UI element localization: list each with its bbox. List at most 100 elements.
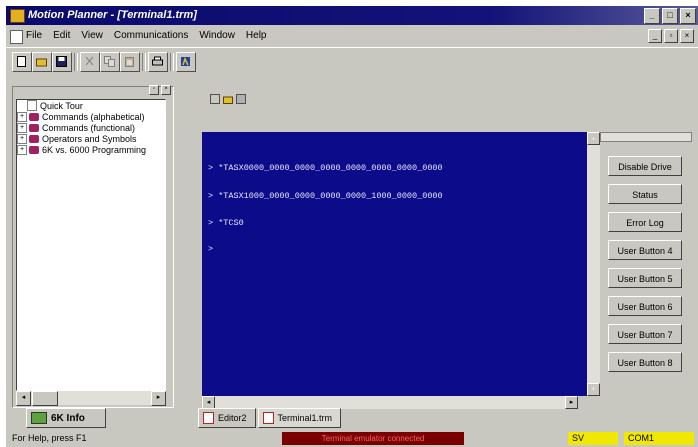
document-tabs: Editor2 Terminal1.trm bbox=[198, 408, 342, 428]
toolbar-separator bbox=[170, 53, 174, 71]
scroll-down-icon[interactable]: ▾ bbox=[587, 383, 600, 396]
user-button-8[interactable]: User Button 8 bbox=[608, 352, 682, 372]
tree-item-label: Quick Tour bbox=[40, 100, 83, 111]
terminal-settings-icon[interactable] bbox=[236, 94, 246, 104]
terminal-line: > *TCS0 bbox=[208, 218, 244, 228]
terminal-mini-toolbar bbox=[210, 94, 246, 104]
tree-item-operators-symbols[interactable]: + Operators and Symbols bbox=[17, 133, 165, 144]
user-buttons-scrollbar[interactable] bbox=[600, 132, 692, 142]
app-icon[interactable] bbox=[10, 9, 25, 23]
scroll-left-icon[interactable]: ◂ bbox=[16, 391, 31, 406]
user-button-7[interactable]: User Button 7 bbox=[608, 324, 682, 344]
paste-icon bbox=[125, 57, 134, 67]
open-button[interactable] bbox=[32, 52, 52, 72]
new-icon bbox=[17, 56, 26, 67]
terminal-output[interactable]: > *TASX0000_0000_0000_0000_0000_0000_000… bbox=[202, 132, 600, 396]
status-button[interactable]: Status bbox=[608, 184, 682, 204]
status-message: Terminal emulator connected bbox=[282, 432, 464, 445]
tree-item-quick-tour[interactable]: Quick Tour bbox=[17, 100, 165, 111]
disable-drive-button[interactable]: Disable Drive bbox=[608, 156, 682, 176]
tree-item-commands-functional[interactable]: + Commands (functional) bbox=[17, 122, 165, 133]
terminal-line: > bbox=[208, 244, 214, 254]
menu-view[interactable]: View bbox=[81, 30, 103, 41]
expand-icon[interactable]: + bbox=[17, 111, 27, 122]
menu-bar: File Edit View Communications Window Hel… bbox=[6, 27, 698, 45]
scroll-right-icon[interactable]: ▸ bbox=[565, 396, 578, 409]
tree-item-6k-vs-6000[interactable]: + 6K vs. 6000 Programming bbox=[17, 144, 165, 155]
about-button[interactable] bbox=[176, 52, 196, 72]
menu-communications[interactable]: Communications bbox=[114, 30, 188, 41]
cut-icon bbox=[85, 56, 94, 66]
tab-label: Editor2 bbox=[218, 413, 247, 423]
toolbar bbox=[6, 47, 698, 76]
book-icon bbox=[29, 134, 39, 143]
expand-icon[interactable]: + bbox=[17, 144, 27, 155]
user-buttons-panel: Disable Drive Status Error Log User Butt… bbox=[600, 132, 692, 382]
doc-close-button[interactable]: × bbox=[680, 29, 694, 43]
scroll-up-icon[interactable]: ▴ bbox=[587, 132, 600, 145]
terminal-clear-icon[interactable] bbox=[210, 94, 220, 104]
menu-file[interactable]: File bbox=[26, 30, 42, 41]
copy-icon bbox=[104, 56, 115, 67]
book-icon bbox=[29, 112, 39, 121]
window-title: Motion Planner - [Terminal1.trm] bbox=[28, 9, 197, 21]
scroll-right-icon[interactable]: ▸ bbox=[151, 391, 166, 406]
tree-horizontal-scrollbar[interactable]: ◂ ▸ bbox=[16, 391, 166, 406]
status-help-text: For Help, press F1 bbox=[12, 433, 87, 443]
tab-editor2[interactable]: Editor2 bbox=[198, 408, 256, 428]
tab-6k-info[interactable]: 6K Info bbox=[26, 408, 106, 428]
copy-button[interactable] bbox=[100, 52, 120, 72]
maximize-button[interactable]: □ bbox=[662, 8, 678, 24]
tree-item-label: Commands (alphabetical) bbox=[42, 111, 145, 122]
save-button[interactable] bbox=[52, 52, 72, 72]
toolbar-separator bbox=[74, 53, 78, 71]
tab-label: Terminal1.trm bbox=[277, 413, 333, 423]
user-button-6[interactable]: User Button 6 bbox=[608, 296, 682, 316]
panel-restore-button[interactable]: ▫ bbox=[149, 85, 159, 95]
terminal-open-icon[interactable] bbox=[223, 94, 233, 104]
tab-terminal1[interactable]: Terminal1.trm bbox=[257, 408, 342, 428]
tree-item-label: 6K vs. 6000 Programming bbox=[42, 144, 147, 155]
user-button-4[interactable]: User Button 4 bbox=[608, 240, 682, 260]
help-tree[interactable]: Quick Tour + Commands (alphabetical) + C… bbox=[16, 99, 166, 391]
cut-button[interactable] bbox=[80, 52, 100, 72]
book-icon bbox=[29, 123, 39, 132]
menu-window[interactable]: Window bbox=[199, 30, 235, 41]
toolbar-separator bbox=[142, 53, 146, 71]
application-window: Motion Planner - [Terminal1.trm] _ □ × F… bbox=[6, 6, 698, 447]
panel-header: ▫ × bbox=[13, 85, 173, 97]
user-button-5[interactable]: User Button 5 bbox=[608, 268, 682, 288]
title-bar[interactable]: Motion Planner - [Terminal1.trm] _ □ × bbox=[6, 6, 698, 25]
panel-close-button[interactable]: × bbox=[161, 85, 171, 95]
status-sv-indicator: SV bbox=[568, 432, 618, 445]
close-button[interactable]: × bbox=[680, 8, 696, 24]
expand-icon[interactable]: + bbox=[17, 133, 27, 144]
error-log-button[interactable]: Error Log bbox=[608, 212, 682, 232]
tree-item-commands-alphabetical[interactable]: + Commands (alphabetical) bbox=[17, 111, 165, 122]
new-button[interactable] bbox=[12, 52, 32, 72]
doc-restore-button[interactable]: ▫ bbox=[664, 29, 678, 43]
status-com-port: COM1 bbox=[624, 432, 694, 445]
terminal-vertical-scrollbar[interactable]: ▴ ▾ bbox=[587, 132, 600, 396]
print-icon bbox=[152, 56, 163, 66]
document-icon[interactable] bbox=[10, 30, 23, 44]
doc-minimize-button[interactable]: _ bbox=[648, 29, 662, 43]
terminal-document-area: > *TASX0000_0000_0000_0000_0000_0000_000… bbox=[194, 90, 694, 430]
editor-doc-icon bbox=[203, 412, 214, 424]
terminal-doc-icon bbox=[262, 412, 274, 424]
menu-edit[interactable]: Edit bbox=[53, 30, 70, 41]
about-icon bbox=[181, 57, 190, 66]
page-icon bbox=[27, 100, 37, 111]
minimize-button[interactable]: _ bbox=[644, 8, 660, 24]
project-panel: ▫ × Quick Tour + Commands (alphabetical)… bbox=[12, 85, 174, 408]
print-button[interactable] bbox=[148, 52, 168, 72]
save-icon bbox=[56, 56, 67, 67]
tab-label: 6K Info bbox=[51, 412, 85, 424]
terminal-line: > *TASX1000_0000_0000_0000_0000_1000_000… bbox=[208, 191, 443, 201]
expand-icon[interactable]: + bbox=[17, 122, 27, 133]
scroll-thumb[interactable] bbox=[32, 391, 58, 406]
menu-help[interactable]: Help bbox=[246, 30, 267, 41]
status-bar: For Help, press F1 Terminal emulator con… bbox=[6, 431, 698, 447]
paste-button[interactable] bbox=[120, 52, 140, 72]
tree-item-label: Commands (functional) bbox=[42, 122, 136, 133]
